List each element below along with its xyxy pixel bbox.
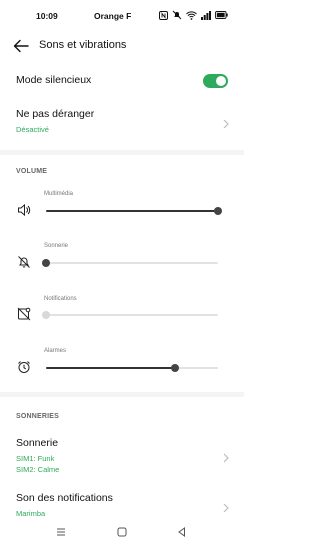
menu-icon[interactable] — [55, 525, 67, 537]
media-volume-slider[interactable] — [46, 207, 222, 215]
status-bar: 10:09 Orange F — [0, 0, 244, 30]
slider-thumb[interactable] — [214, 207, 222, 215]
notification-sound-value: Marimba — [16, 509, 46, 516]
slider-thumb — [42, 311, 50, 319]
nfc-icon — [159, 10, 168, 22]
ringtone-sim1: SIM1: Funk — [16, 454, 55, 463]
signal-icon — [201, 10, 211, 22]
dnd-row[interactable]: Ne pas déranger Désactivé — [0, 100, 244, 142]
notification-volume-slider — [42, 311, 218, 319]
chevron-right-icon — [222, 116, 230, 129]
notification-off-icon — [17, 307, 31, 321]
notification-volume-label: Notifications — [44, 296, 77, 302]
ringtone-label: Sonnerie — [16, 437, 59, 449]
back-icon[interactable] — [176, 525, 188, 537]
slider-fill — [46, 367, 175, 369]
status-icons — [159, 10, 228, 22]
chevron-right-icon — [222, 450, 230, 463]
dnd-status: Désactivé — [16, 125, 49, 134]
alarm-volume-slider[interactable] — [46, 364, 218, 372]
notification-sound-row[interactable]: Son des notifications Marimba — [0, 486, 244, 516]
silent-mode-label: Mode silencieux — [16, 74, 92, 86]
ringtones-section-title: SONNERIES — [16, 413, 60, 420]
ringer-volume-slider[interactable] — [42, 259, 218, 267]
home-icon[interactable] — [116, 525, 128, 537]
app-bar: Sons et vibrations — [0, 30, 244, 62]
speaker-icon — [17, 203, 31, 217]
alarm-volume-label: Alarmes — [44, 348, 67, 354]
battery-icon — [215, 11, 228, 21]
ringtone-sim2: SIM2: Calme — [16, 465, 60, 474]
ringer-off-icon — [17, 255, 31, 269]
silent-mode-toggle[interactable] — [203, 74, 228, 88]
section-divider — [0, 392, 244, 397]
slider-fill — [46, 210, 218, 212]
section-divider — [0, 150, 244, 155]
back-arrow-icon[interactable] — [13, 39, 29, 53]
status-carrier: Orange F — [94, 11, 132, 21]
alarm-icon — [17, 360, 31, 374]
media-volume-label: Multimédia — [44, 191, 74, 197]
slider-thumb[interactable] — [171, 364, 179, 372]
toggle-knob — [216, 76, 226, 86]
mute-icon — [172, 10, 182, 22]
notification-sound-label: Son des notifications — [16, 492, 113, 504]
slider-thumb[interactable] — [42, 259, 50, 267]
navigation-bar — [0, 516, 244, 546]
page-title: Sons et vibrations — [39, 39, 127, 51]
ringer-volume-label: Sonnerie — [44, 243, 69, 249]
wifi-icon — [186, 10, 197, 22]
chevron-right-icon — [222, 500, 230, 513]
ringtone-row[interactable]: Sonnerie SIM1: Funk SIM2: Calme — [0, 430, 244, 478]
status-time: 10:09 — [36, 11, 58, 21]
volume-section-title: VOLUME — [16, 168, 48, 175]
dnd-label: Ne pas déranger — [16, 108, 95, 120]
